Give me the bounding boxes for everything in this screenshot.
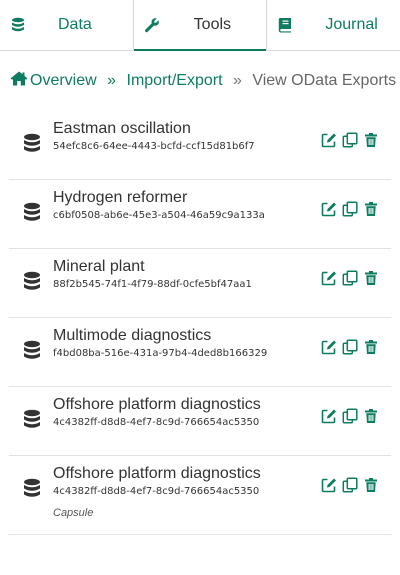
export-type-label: Capsule [53, 507, 94, 519]
odata-export-list: Eastman oscillation 54efc8c6-64ee-4443-b… [9, 111, 391, 535]
edit-icon[interactable] [321, 339, 337, 355]
export-name: Offshore platform diagnostics [53, 465, 261, 482]
breadcrumb-separator: » [107, 72, 117, 89]
export-name: Mineral plant [53, 258, 145, 275]
trash-icon[interactable] [363, 270, 379, 286]
edit-icon[interactable] [321, 477, 337, 493]
wrench-icon [144, 18, 159, 33]
export-id: 88f2b545-74f1-4f79-88df-0cfe5bf47aa1 [53, 279, 252, 290]
breadcrumb: Overview » Import/Export » View OData Ex… [0, 51, 400, 93]
trash-icon[interactable] [363, 339, 379, 355]
copy-icon[interactable] [342, 270, 358, 286]
database-icon [24, 133, 40, 152]
copy-icon[interactable] [342, 339, 358, 355]
breadcrumb-current: View OData Exports [252, 72, 397, 89]
export-name: Eastman oscillation [53, 120, 191, 137]
breadcrumb-overview-label: Overview [30, 72, 97, 89]
home-icon [10, 71, 28, 86]
export-id: f4bd08ba-516e-431a-97b4-4ded8b166329 [53, 348, 268, 359]
trash-icon[interactable] [363, 132, 379, 148]
export-id: 4c4382ff-d8d8-4ef7-8c9d-766654ac5350 [53, 486, 260, 497]
export-name: Multimode diagnostics [53, 327, 212, 344]
row-actions [321, 339, 379, 355]
trash-icon[interactable] [363, 201, 379, 217]
row-actions [321, 408, 379, 424]
database-icon [12, 17, 24, 32]
copy-icon[interactable] [342, 201, 358, 217]
book-icon [279, 18, 292, 33]
database-icon [24, 271, 40, 290]
tab-data-label: Data [58, 16, 92, 33]
copy-icon[interactable] [342, 132, 358, 148]
export-list-item[interactable]: Multimode diagnostics f4bd08ba-516e-431a… [9, 318, 391, 387]
row-actions [321, 270, 379, 286]
breadcrumb-separator: » [232, 72, 242, 89]
tab-journal-label: Journal [325, 16, 378, 33]
edit-icon[interactable] [321, 270, 337, 286]
database-icon [24, 478, 40, 497]
breadcrumb-overview-link[interactable]: Overview [10, 71, 101, 89]
export-list-item[interactable]: Offshore platform diagnostics 4c4382ff-d… [9, 387, 391, 456]
database-icon [24, 340, 40, 359]
export-list-item[interactable]: Hydrogen reformer c6bf0508-ab6e-45e3-a50… [9, 180, 391, 249]
export-list-item[interactable]: Mineral plant 88f2b545-74f1-4f79-88df-0c… [9, 249, 391, 318]
row-actions [321, 201, 379, 217]
row-actions [321, 477, 379, 493]
trash-icon[interactable] [363, 408, 379, 424]
trash-icon[interactable] [363, 477, 379, 493]
edit-icon[interactable] [321, 132, 337, 148]
export-id: c6bf0508-ab6e-45e3-a504-46a59c9a133a [53, 210, 265, 221]
export-list-item[interactable]: Offshore platform diagnostics 4c4382ff-d… [9, 456, 391, 535]
export-name: Offshore platform diagnostics [53, 396, 261, 413]
edit-icon[interactable] [321, 408, 337, 424]
copy-icon[interactable] [342, 477, 358, 493]
tab-tools-label: Tools [193, 16, 232, 33]
export-name: Hydrogen reformer [53, 189, 188, 206]
export-id: 4c4382ff-d8d8-4ef7-8c9d-766654ac5350 [53, 417, 260, 428]
export-list-item[interactable]: Eastman oscillation 54efc8c6-64ee-4443-b… [9, 111, 391, 180]
tab-data[interactable]: Data [0, 0, 133, 50]
copy-icon[interactable] [342, 408, 358, 424]
database-icon [24, 202, 40, 221]
database-icon [24, 409, 40, 428]
tab-journal[interactable]: Journal [267, 0, 400, 50]
edit-icon[interactable] [321, 201, 337, 217]
tab-bar: Data Tools Journal [0, 0, 400, 51]
tab-tools[interactable]: Tools [132, 0, 268, 51]
row-actions [321, 132, 379, 148]
breadcrumb-import-export-link[interactable]: Import/Export [127, 72, 223, 89]
export-id: 54efc8c6-64ee-4443-bcfd-ccf15d81b6f7 [53, 141, 255, 152]
